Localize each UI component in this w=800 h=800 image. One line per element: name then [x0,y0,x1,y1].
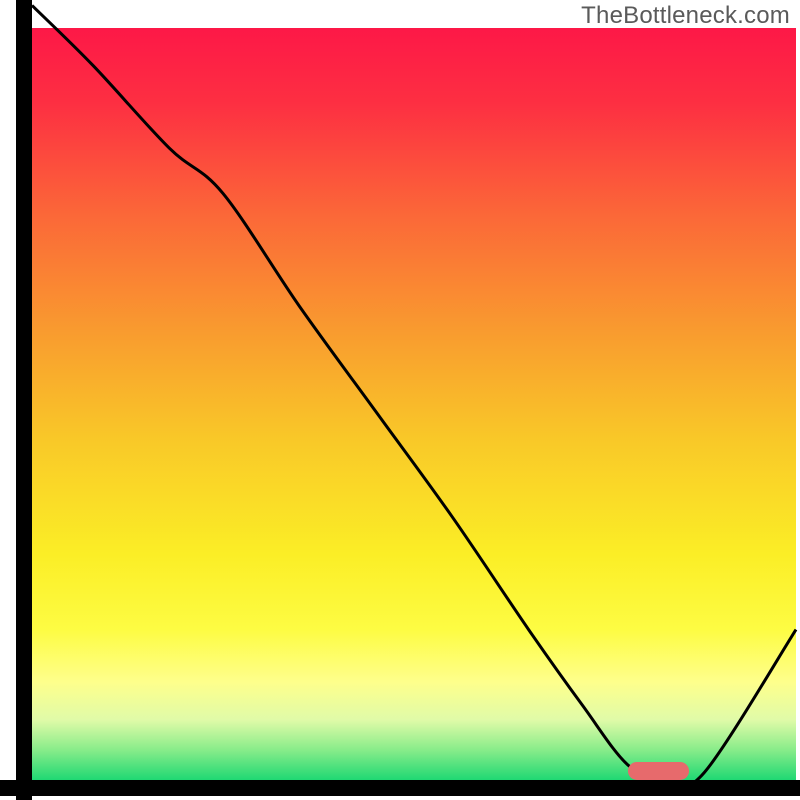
bottleneck-chart [0,0,800,800]
plot-background [32,28,796,780]
chart-container: { "watermark": "TheBottleneck.com", "cha… [0,0,800,800]
optimum-marker [628,762,689,780]
